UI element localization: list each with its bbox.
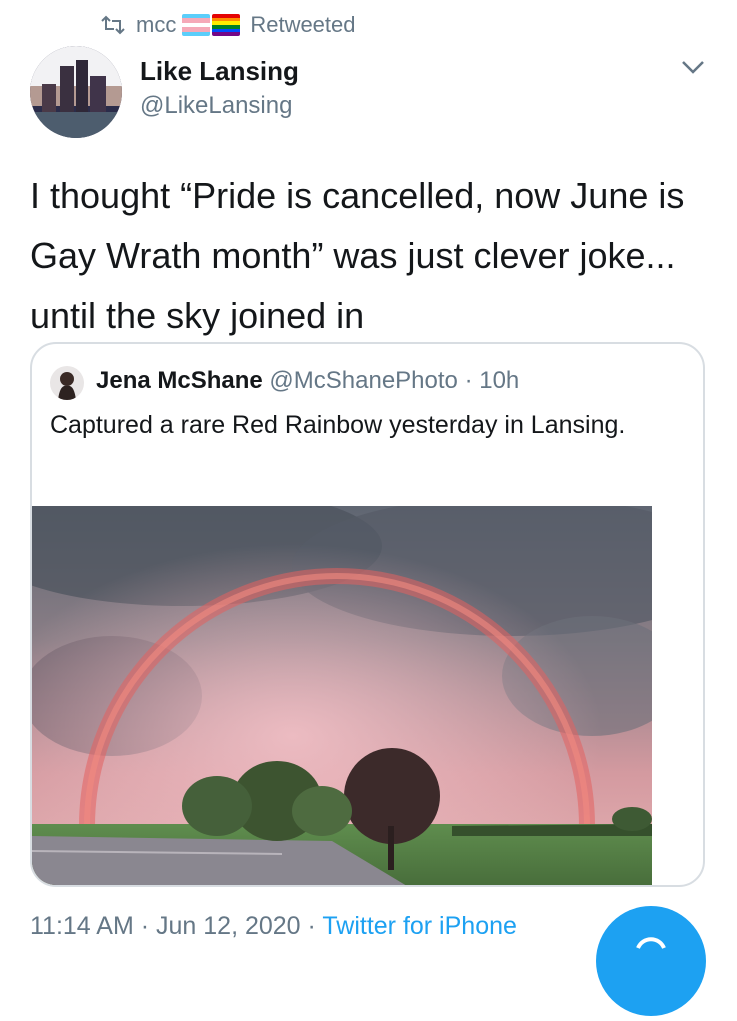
user-handle[interactable]: @LikeLansing xyxy=(140,92,292,120)
compose-fab[interactable] xyxy=(596,906,706,1016)
quote-header: Jena McShane @McShanePhoto · 10h xyxy=(96,364,519,398)
meta-separator: · xyxy=(307,912,316,940)
retweeted-label: Retweeted xyxy=(250,12,356,37)
quote-separator: · xyxy=(464,367,473,394)
avatar[interactable] xyxy=(30,46,122,138)
quote-text: Captured a rare Red Rainbow yesterday in… xyxy=(50,411,626,439)
quoted-tweet[interactable]: Jena McShane @McShanePhoto · 10h Capture… xyxy=(30,342,705,887)
red-rainbow-photo[interactable] xyxy=(32,506,652,887)
quote-author-handle[interactable]: @McShanePhoto xyxy=(269,367,457,394)
tweet-time: 11:14 AM xyxy=(30,912,134,940)
quote-avatar xyxy=(50,366,84,400)
quote-timestamp: 10h xyxy=(479,367,520,394)
rainbow-pride-flag-emoji xyxy=(212,14,241,36)
tweet-meta: 11:14 AM · Jun 12, 2020 · Twitter for iP… xyxy=(30,912,517,941)
tweet-text: I thought “Pride is cancelled, now June … xyxy=(30,175,685,336)
trans-pride-flag-emoji xyxy=(182,14,211,36)
retweeter-name[interactable]: mcc xyxy=(136,12,176,38)
user-display-name[interactable]: Like Lansing xyxy=(140,56,299,87)
tweet-source-link[interactable]: Twitter for iPhone xyxy=(322,912,517,940)
retweet-icon xyxy=(101,15,125,35)
retweet-context: mcc Retweeted xyxy=(100,8,356,42)
tweet-date: Jun 12, 2020 xyxy=(156,912,301,940)
meta-separator: · xyxy=(140,912,150,940)
compose-icon xyxy=(636,937,666,949)
quote-author-name[interactable]: Jena McShane xyxy=(96,367,263,394)
chevron-down-icon[interactable] xyxy=(678,56,708,78)
